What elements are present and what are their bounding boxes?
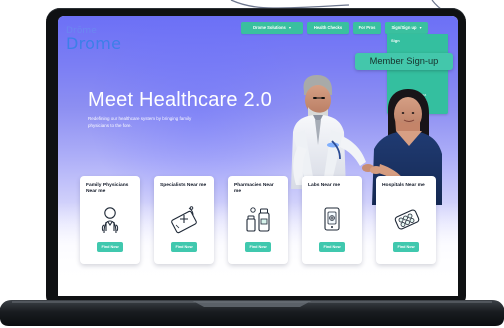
chevron-down-icon: ▾ — [288, 25, 291, 30]
for-pros-label: For Pros — [358, 25, 376, 30]
hero-section: Drōme Drome Drome Solutions ▾ Health Che… — [58, 16, 458, 286]
signup-dropdown-button[interactable]: Sign/Sign up ▾ — [385, 22, 428, 34]
find-now-button[interactable]: Find Now — [319, 242, 345, 252]
hospitals-card[interactable]: Hospitals Near me Find Now — [376, 176, 436, 264]
pharmacist-signup-item[interactable]: Pharmacist Sign-up — [394, 99, 427, 104]
test-tube-phone-icon — [324, 207, 340, 231]
doctor-icon — [101, 207, 119, 234]
family-physicians-card[interactable]: Family Physicians Near me Find Now — [80, 176, 140, 264]
medical-tablet-icon — [171, 206, 197, 234]
specialists-card[interactable]: Specialists Near me Find Now — [154, 176, 214, 264]
hero-title: Meet Healthcare 2.0 — [88, 89, 272, 111]
drome-solutions-label: Drome Solutions — [253, 25, 286, 30]
dropdown-top-item[interactable]: Sign — [391, 38, 400, 43]
pharmacies-title: Pharmacies Near me — [234, 183, 274, 194]
member-signup-callout[interactable]: Member Sign-up — [355, 53, 453, 70]
pharmacies-card[interactable]: Pharmacies Near me Find Now — [228, 176, 288, 264]
hero-subtitle: Redefining our healthcare system by brin… — [88, 116, 192, 128]
hospitals-title: Hospitals Near me — [382, 183, 425, 188]
signup-dropdown-menu: Sign Register to pharma Pharmacist Sign-… — [387, 34, 448, 114]
find-now-button[interactable]: Find Now — [171, 242, 197, 252]
find-now-button[interactable]: Find Now — [393, 242, 419, 252]
register-pharma-item[interactable]: Register to pharma — [394, 93, 426, 98]
logo[interactable]: Drōme Drome — [66, 26, 121, 53]
drome-solutions-button[interactable]: Drome Solutions ▾ — [241, 22, 303, 34]
portfolio-mockup: Drōme Drome Drome Solutions ▾ Health Che… — [0, 0, 504, 328]
service-cards: Family Physicians Near me Find Now Speci… — [80, 176, 446, 279]
labs-card[interactable]: Labs Near me Find Now — [302, 176, 362, 264]
labs-title: Labs Near me — [308, 183, 341, 188]
website-screen: Drōme Drome Drome Solutions ▾ Health Che… — [58, 16, 458, 296]
signup-dropdown-label: Sign/Sign up — [391, 25, 417, 30]
pharmacy-bottles-icon — [246, 207, 270, 232]
for-pros-button[interactable]: For Pros — [353, 22, 381, 34]
health-checks-button[interactable]: Health Checks — [307, 22, 349, 34]
family-physicians-title: Family Physicians Near me — [86, 183, 129, 194]
blister-pack-icon — [394, 209, 420, 230]
specialists-title: Specialists Near me — [160, 183, 207, 188]
find-now-button[interactable]: Find Now — [97, 242, 123, 252]
logo-main-text: Drome — [66, 34, 122, 53]
health-checks-label: Health Checks — [313, 25, 343, 30]
chevron-down-icon: ▾ — [419, 25, 422, 30]
find-now-button[interactable]: Find Now — [245, 242, 271, 252]
